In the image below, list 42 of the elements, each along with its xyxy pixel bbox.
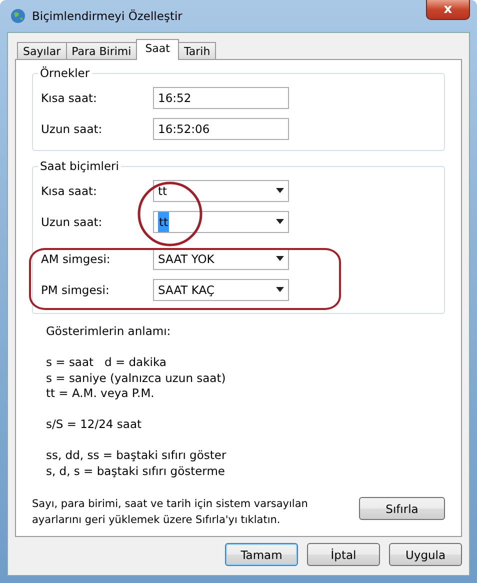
tab[interactable]: Sayılar <box>17 42 67 59</box>
combo-box[interactable]: SAAT YOK <box>153 248 289 270</box>
caret-icon <box>276 256 284 261</box>
close-button[interactable]: x <box>426 0 470 20</box>
tab[interactable]: Para Birimi <box>66 42 138 59</box>
group-title: Saat biçimleri <box>39 159 120 173</box>
combo-box[interactable]: tt <box>153 180 289 202</box>
field-label: AM simgesi: <box>41 252 112 266</box>
group-title: Örnekler <box>39 66 91 80</box>
annotation-circle <box>137 181 203 247</box>
combo-box[interactable]: SAAT KAÇ <box>153 278 289 300</box>
text-field[interactable]: 16:52 <box>153 86 289 108</box>
combo-value: SAAT KAÇ <box>158 282 214 298</box>
tab[interactable]: Tarih <box>178 42 216 59</box>
tab[interactable]: Saat <box>136 39 179 60</box>
dialog-button[interactable]: Uygula <box>389 543 462 566</box>
legend-text: tt = A.M. veya P.M. <box>46 386 156 402</box>
legend-text: s/S = 12/24 saat <box>46 417 143 432</box>
field-label: Uzun saat: <box>41 122 104 136</box>
globe-icon <box>10 8 26 24</box>
caret-icon <box>276 287 284 292</box>
caret-icon <box>276 219 284 224</box>
legend-text: s, d, s = baştaki sıfırı gösterme <box>46 464 226 479</box>
window-title: Biçimlendirmeyi Özelleştir <box>32 9 184 23</box>
caret-icon <box>276 188 284 193</box>
legend-title: Gösterimlerin anlamı: <box>46 324 172 340</box>
field-label: Uzun saat: <box>41 214 104 228</box>
legend-text: s = saniye (yalnızca uzun saat) <box>46 370 227 386</box>
reset-description: Sayı, para birimi, saat ve tarih için sistem varsayılan ayarlarını geri yüklemek üzere Sıfırla'yı tıklatın. <box>32 497 309 528</box>
combo-value: tt <box>158 212 170 232</box>
field-label: PM simgesi: <box>41 282 110 296</box>
field-label: Kısa saat: <box>41 184 98 198</box>
legend-text: s = saat d = dakika <box>46 355 168 370</box>
dialog-button[interactable]: İptal <box>307 543 380 566</box>
reset-button[interactable]: Sıfırla <box>359 497 445 520</box>
combo-value: SAAT YOK <box>158 250 214 268</box>
text-field[interactable]: 16:52:06 <box>153 118 289 140</box>
combo-value: tt <box>158 182 168 200</box>
dialog-button[interactable]: Tamam <box>225 543 298 566</box>
field-label: Kısa saat: <box>41 90 98 104</box>
combo-box[interactable]: tt <box>153 210 289 232</box>
legend-text: ss, dd, ss = baştaki sıfırı göster <box>46 448 228 464</box>
